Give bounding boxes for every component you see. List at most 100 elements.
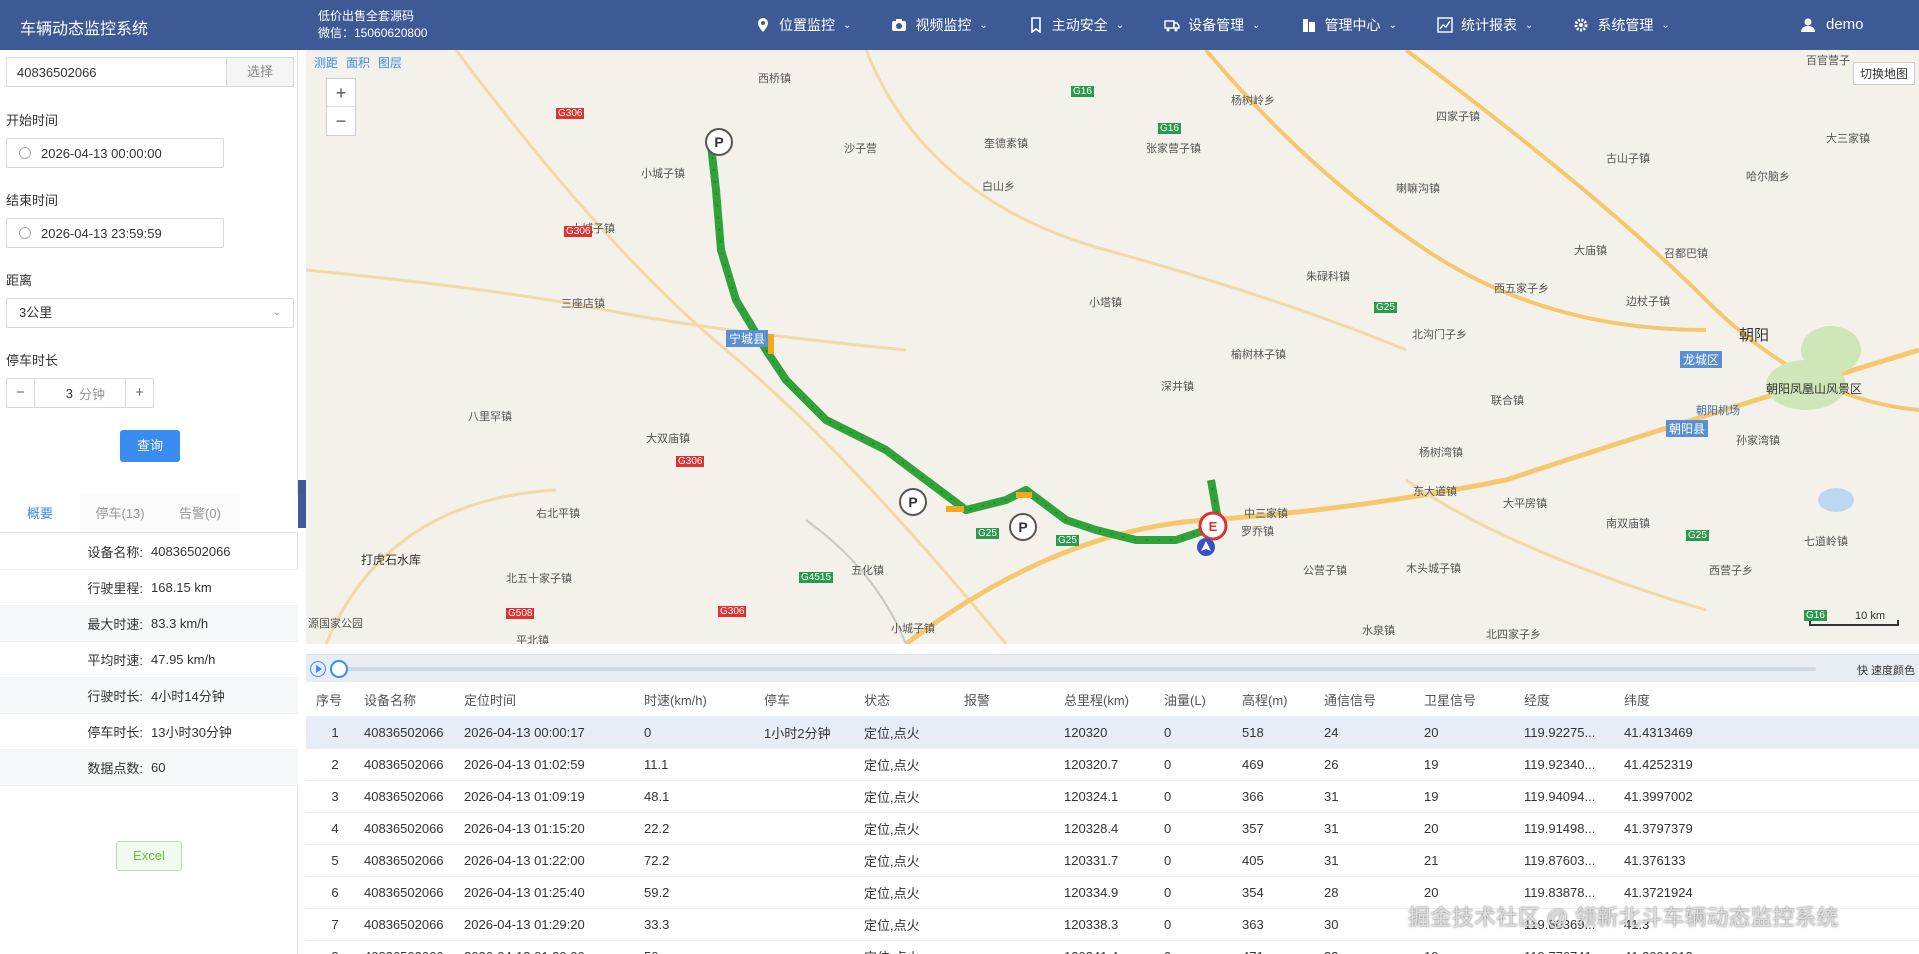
table-cell: 1 xyxy=(306,716,354,749)
table-row[interactable]: 1 40836502066 2026-04-13 00:00:17 0 1小时2分钟 定位… xyxy=(306,716,1919,749)
table-cell: 31 xyxy=(1314,844,1414,877)
device-input[interactable] xyxy=(6,57,226,87)
user-menu[interactable]: demo xyxy=(1800,16,1864,33)
table-cell: 40836502066 xyxy=(354,844,454,877)
table-row[interactable]: 2 40836502066 2026-04-13 01:02:59 11.1 定位,点火… xyxy=(306,748,1919,781)
end-marker[interactable]: E xyxy=(1198,511,1228,541)
table-cell: 2026-04-13 01:09:19 xyxy=(454,780,634,813)
nav-video-monitor[interactable]: 视频监控 ⌄ xyxy=(891,15,988,35)
table-cell: 120331.7 xyxy=(1054,844,1154,877)
column-header[interactable]: 油量(L) xyxy=(1154,684,1232,717)
sidebar-collapse-handle[interactable] xyxy=(298,480,306,528)
map-label: 大三家镇 xyxy=(1826,133,1870,145)
column-header[interactable]: 停车 xyxy=(754,684,854,717)
column-header[interactable]: 卫星信号 xyxy=(1414,684,1514,717)
query-button[interactable]: 查询 xyxy=(120,430,180,462)
map-label: 哈尔脑乡 xyxy=(1746,171,1790,183)
svg-text:P: P xyxy=(714,134,723,150)
column-header[interactable]: 状态 xyxy=(854,684,954,717)
table-cell: 50 xyxy=(634,940,754,954)
table-cell xyxy=(754,844,854,877)
playback-track[interactable] xyxy=(336,667,1816,671)
column-header[interactable]: 设备名称 xyxy=(354,684,454,717)
stop-duration-value[interactable]: 3 xyxy=(35,386,79,401)
column-header[interactable]: 通信信号 xyxy=(1314,684,1414,717)
table-cell: 19 xyxy=(1414,780,1514,813)
map-label: 东大道镇 xyxy=(1413,486,1457,498)
table-cell: 41.4252319 xyxy=(1614,748,1919,781)
table-cell: 6 xyxy=(306,876,354,909)
stop-duration-unit: 分钟 xyxy=(79,386,106,402)
measure-area-tool[interactable]: 面积 xyxy=(346,54,370,71)
playback-slider-handle[interactable] xyxy=(330,660,348,678)
play-icon[interactable] xyxy=(310,661,326,677)
table-cell xyxy=(754,812,854,845)
nav-system-management[interactable]: 系统管理 ⌄ xyxy=(1573,15,1670,35)
map-label: 杨树岭乡 xyxy=(1231,95,1275,107)
app-title: 车辆动态监控系统 xyxy=(20,21,149,38)
export-excel-button[interactable]: Excel xyxy=(116,841,182,871)
tab-alarms[interactable]: 告警(0) xyxy=(160,495,240,532)
table-cell xyxy=(954,844,1054,877)
select-device-button[interactable]: 选择 xyxy=(226,57,294,87)
column-header[interactable]: 定位时间 xyxy=(454,684,634,717)
table-cell: 定位,点火 xyxy=(854,908,954,941)
table-cell: 21 xyxy=(1414,844,1514,877)
column-header[interactable]: 高程(m) xyxy=(1232,684,1314,717)
table-cell: 40836502066 xyxy=(354,812,454,845)
end-time-picker[interactable]: 2026-04-13 23:59:59 xyxy=(6,218,224,248)
table-row[interactable]: 3 40836502066 2026-04-13 01:09:19 48.1 定位,点火… xyxy=(306,780,1919,813)
table-cell: 366 xyxy=(1232,780,1314,813)
nav-active-safety[interactable]: 主动安全 ⌄ xyxy=(1028,15,1124,35)
table-cell: 72.2 xyxy=(634,844,754,877)
distance-label: 距离 xyxy=(6,273,33,288)
parking-marker[interactable]: P xyxy=(1009,513,1037,541)
parking-marker[interactable]: P xyxy=(899,488,927,516)
map-label: 西桥镇 xyxy=(758,73,791,85)
column-header[interactable]: 经度 xyxy=(1514,684,1614,717)
column-header[interactable]: 序号 xyxy=(306,684,354,717)
map-label: 水泉镇 xyxy=(1362,625,1395,637)
chart-icon xyxy=(1437,17,1453,33)
bookmark-icon xyxy=(1030,17,1041,33)
table-row[interactable]: 8408365020662026-04-13 01:30:0050 定位,点火 12… xyxy=(306,940,1919,954)
map-canvas: P P P E xyxy=(306,50,1919,644)
column-header[interactable]: 总里程(km) xyxy=(1054,684,1154,717)
nav-device-management[interactable]: 设备管理 ⌄ xyxy=(1164,15,1261,35)
map-label: 古山子镇 xyxy=(1606,153,1650,165)
tab-summary[interactable]: 概要 xyxy=(0,495,80,532)
switch-map-button[interactable]: 切换地图 xyxy=(1852,62,1915,85)
map-view[interactable]: P P P E 测距 面积 图层 + − 切换地图 10 km 西桥镇 沙子营 … xyxy=(306,50,1919,644)
column-header[interactable]: 纬度 xyxy=(1614,684,1919,717)
table-cell: 33 xyxy=(1314,940,1414,954)
nav-statistics[interactable]: 统计报表 ⌄ xyxy=(1437,15,1533,35)
map-label: 深井镇 xyxy=(1161,381,1194,393)
zoom-in-button[interactable]: + xyxy=(327,79,355,107)
table-cell: 471 xyxy=(1232,940,1314,954)
vehicle-marker[interactable] xyxy=(1197,538,1215,556)
parking-marker[interactable]: P xyxy=(705,128,733,156)
table-row[interactable]: 5 40836502066 2026-04-13 01:22:00 72.2 定位,点火… xyxy=(306,844,1919,877)
tab-stops[interactable]: 停车(13) xyxy=(80,495,160,532)
location-icon xyxy=(758,18,768,32)
map-label: 西营子乡 xyxy=(1709,565,1753,577)
start-time-picker[interactable]: 2026-04-13 00:00:00 xyxy=(6,138,224,168)
distance-select[interactable]: 3公里 ⌄ xyxy=(6,298,294,328)
column-header[interactable]: 时速(km/h) xyxy=(634,684,754,717)
county-label: 宁城县 xyxy=(726,330,769,347)
table-cell: 1小时2分钟 xyxy=(754,716,854,749)
table-cell: 2026-04-13 01:15:20 xyxy=(454,812,634,845)
nav-management-center[interactable]: 管理中心 ⌄ xyxy=(1301,15,1397,35)
table-cell: 357 xyxy=(1232,812,1314,845)
decrement-button[interactable]: − xyxy=(7,379,35,407)
layer-tool[interactable]: 图层 xyxy=(378,54,402,71)
table-cell: 48.1 xyxy=(634,780,754,813)
column-header[interactable]: 报警 xyxy=(954,684,1054,717)
nav-location-monitor[interactable]: 位置监控 ⌄ xyxy=(755,15,851,35)
promo-text: 低价出售全套源码 微信：15060620800 xyxy=(318,8,427,42)
increment-button[interactable]: + xyxy=(125,379,153,407)
zoom-out-button[interactable]: − xyxy=(327,107,355,135)
measure-distance-tool[interactable]: 测距 xyxy=(314,54,338,71)
speed-color-legend[interactable]: 快 速度颜色 xyxy=(1857,662,1915,678)
table-row[interactable]: 4 40836502066 2026-04-13 01:15:20 22.2 定位,点火… xyxy=(306,812,1919,845)
